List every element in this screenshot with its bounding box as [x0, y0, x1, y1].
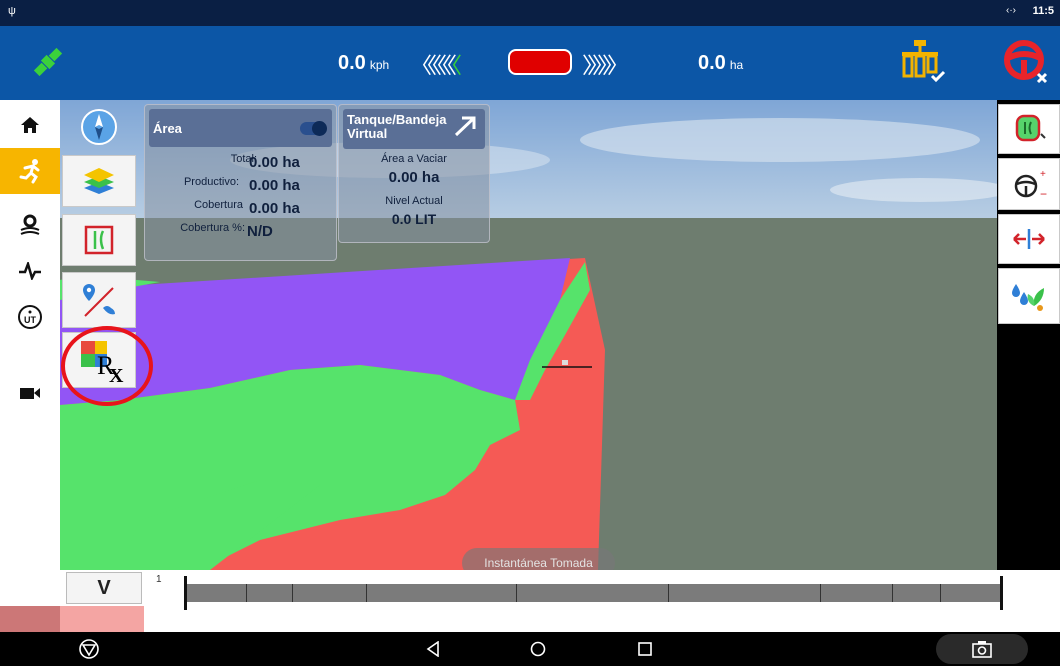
- svg-text:UT: UT: [24, 315, 36, 325]
- nav-field-setup[interactable]: [0, 204, 60, 246]
- nav-universal-terminal[interactable]: UT: [0, 296, 60, 338]
- compass-button[interactable]: [62, 102, 136, 152]
- section-control-button[interactable]: [998, 104, 1060, 154]
- productive-label: Productivo:: [183, 176, 239, 188]
- nav-diagnostics[interactable]: [0, 250, 60, 292]
- area-panel: Área Total: 0.00 ha Productivo: 0.00 ha …: [144, 104, 337, 261]
- nav-home[interactable]: [0, 104, 60, 146]
- left-chevrons: 〈〈〈〈〈〈〈: [410, 53, 462, 78]
- area-panel-title: Área: [153, 121, 182, 136]
- clock: 11:5: [1032, 5, 1054, 17]
- view-button[interactable]: V: [66, 572, 142, 604]
- current-level-value: 0.0 LIT: [391, 211, 437, 227]
- lightbar-indicator: [508, 49, 572, 75]
- speed-value: 0.0: [338, 52, 366, 74]
- timeline-tick: [820, 584, 821, 602]
- speed-readout: 0.0 kph: [338, 52, 389, 75]
- recents-icon[interactable]: [638, 642, 652, 656]
- timeline-tick: [892, 584, 893, 602]
- nav-run-active[interactable]: [0, 148, 60, 194]
- area-panel-header: Área: [149, 109, 332, 147]
- coverage-value: 0.00 ha: [249, 200, 300, 217]
- right-chevrons: 〉〉〉〉〉〉: [582, 53, 629, 78]
- map-markers-button[interactable]: [62, 272, 136, 328]
- svg-text:+: +: [1040, 169, 1046, 180]
- network-icon: ‹·›: [1006, 5, 1016, 16]
- highlight-circle: [61, 326, 153, 406]
- timeline-track[interactable]: [184, 584, 1002, 602]
- timeline-tick: [516, 584, 517, 602]
- home-icon: [21, 117, 39, 133]
- svg-text:−: −: [1040, 187, 1047, 200]
- pulse-icon: [19, 262, 41, 280]
- home-circle-icon[interactable]: [530, 641, 546, 657]
- expand-arrow-icon[interactable]: [453, 115, 477, 137]
- steering-sensitivity-button[interactable]: + −: [998, 158, 1060, 210]
- back-icon[interactable]: [426, 641, 440, 657]
- area-to-empty-label: Área a Vaciar: [381, 153, 447, 165]
- area-readout: 0.0 ha: [698, 52, 743, 75]
- tank-panel: Tanque/Bandeja Virtual Área a Vaciar 0.00…: [338, 104, 490, 243]
- timeline-start-label: 1: [156, 574, 162, 585]
- coverage-label: Cobertura: [194, 199, 243, 211]
- timeline-tick: [668, 584, 669, 602]
- timeline-tick: [246, 584, 247, 602]
- guidance-lines-button[interactable]: [62, 214, 136, 266]
- current-level-label: Nivel Actual: [385, 195, 443, 207]
- drops-plant-icon: [1012, 284, 1044, 311]
- steering-wheel-plus-minus-icon: + −: [1014, 169, 1047, 200]
- nav-camera[interactable]: [0, 372, 60, 414]
- implement-status-icon[interactable]: [898, 38, 946, 86]
- top-bar: 0.0 kph 〈〈〈〈〈〈〈 〉〉〉〉〉〉 0.0 ha: [0, 26, 1060, 100]
- area-to-empty-value: 0.00 ha: [388, 169, 440, 186]
- speed-unit: kph: [369, 58, 390, 72]
- left-navigation: UT: [0, 100, 60, 632]
- timeline-tick: [292, 584, 293, 602]
- tank-panel-header: Tanque/Bandeja Virtual: [343, 109, 485, 149]
- timeline-end-marker[interactable]: [1000, 576, 1003, 610]
- coverage-pct-label: Cobertura %:: [180, 222, 245, 234]
- bottom-bar: V 1: [60, 570, 1060, 632]
- gps-satellite-icon[interactable]: [30, 44, 66, 80]
- total-value: 0.00 ha: [249, 154, 300, 171]
- map-pin-icon: [83, 284, 115, 317]
- application-rate-button[interactable]: [998, 268, 1060, 324]
- coverage-pct-value: N/D: [247, 223, 273, 240]
- screenshot-button[interactable]: [936, 634, 1028, 664]
- timeline-tick: [940, 584, 941, 602]
- total-label: Total:: [230, 153, 257, 165]
- app-logo-icon[interactable]: [78, 638, 100, 660]
- nudge-button[interactable]: [998, 214, 1060, 264]
- ut-icon: UT: [18, 305, 42, 329]
- layers-button[interactable]: [62, 155, 136, 207]
- area-unit: ha: [729, 58, 744, 72]
- layers-icon: [84, 168, 114, 194]
- usb-icon: ψ: [8, 5, 16, 17]
- timeline-tick: [366, 584, 367, 602]
- running-man-icon: [19, 159, 40, 184]
- timeline-start-marker[interactable]: [184, 576, 187, 610]
- gear-field-icon: [20, 214, 40, 235]
- status-bar: ψ ‹·› 11:5: [0, 0, 1060, 26]
- view-button-underlay: [60, 606, 144, 632]
- toggle-knob: [312, 121, 327, 136]
- nudge-arrows-icon: [1013, 229, 1045, 249]
- section-control-icon: [1015, 114, 1046, 142]
- android-navigation-bar: [0, 632, 1060, 666]
- left-red-strip: [0, 606, 60, 632]
- productive-value: 0.00 ha: [249, 177, 300, 194]
- compass-icon: [81, 109, 117, 145]
- video-camera-icon: [20, 388, 40, 399]
- camera-icon: [972, 641, 992, 658]
- autosteer-disabled-icon[interactable]: [1002, 38, 1050, 86]
- tank-panel-title: Tanque/Bandeja Virtual: [347, 112, 447, 141]
- area-value: 0.0: [698, 52, 726, 74]
- area-toggle[interactable]: [300, 121, 327, 136]
- guidance-lines-icon: [84, 225, 114, 255]
